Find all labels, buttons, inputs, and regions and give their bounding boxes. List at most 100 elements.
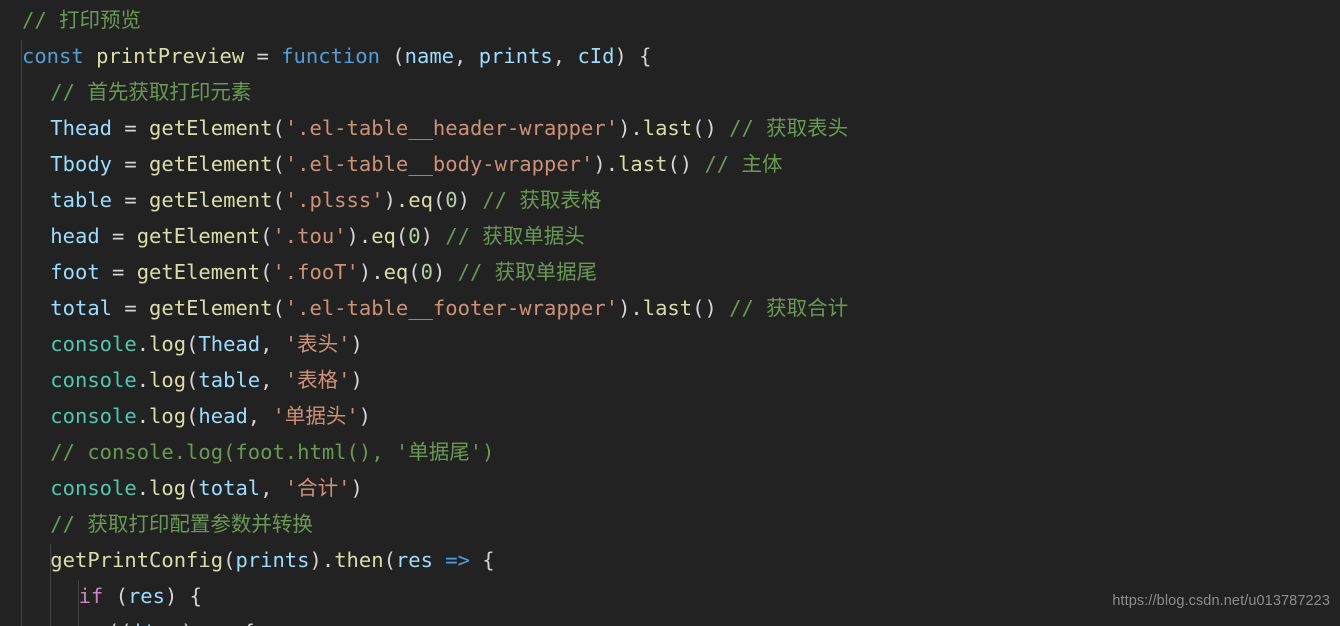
code-token-func: eq bbox=[383, 260, 409, 284]
code-token-func: log bbox=[149, 332, 187, 356]
code-token-punct: ( bbox=[432, 188, 446, 212]
code-token-punct: { bbox=[469, 548, 495, 572]
code-token-punct: () bbox=[667, 152, 693, 176]
code-editor-pane[interactable]: // 打印预览 const printPreview = function (na… bbox=[0, 0, 1340, 626]
code-token-punct: ) { bbox=[165, 584, 203, 608]
code-token-punct: . bbox=[136, 332, 150, 356]
code-token-comment: // 主体 bbox=[704, 152, 783, 176]
code-line[interactable]: console.log(total, '合计') bbox=[0, 470, 1340, 506]
code-token-punct: ) { bbox=[614, 44, 652, 68]
code-token-comment: // 首先获取打印元素 bbox=[50, 80, 252, 104]
code-line[interactable]: console.log(head, '单据头') bbox=[0, 398, 1340, 434]
code-token-builtin: console bbox=[50, 404, 137, 428]
code-token-func: log bbox=[149, 404, 187, 428]
code-token-punct: ). bbox=[309, 548, 335, 572]
code-line[interactable]: console.log(Thead, '表头') bbox=[0, 326, 1340, 362]
code-token-func: getElement bbox=[136, 224, 261, 248]
code-token-string: '单据头' bbox=[272, 404, 359, 428]
code-line[interactable]: getPrintConfig(prints).then(res => { bbox=[0, 542, 1340, 578]
code-line[interactable]: foot = getElement('.fooT').eq(0) // 获取单据… bbox=[0, 254, 1340, 290]
code-token-punct: ) bbox=[350, 476, 363, 500]
code-token-var: total bbox=[50, 296, 113, 320]
code-token-string: '.fooT' bbox=[272, 260, 359, 284]
code-token-func: eq bbox=[371, 224, 396, 248]
code-line[interactable]: // 打印预览 bbox=[0, 2, 1340, 38]
code-token-func: getElement bbox=[149, 188, 273, 212]
code-token-punct: (( bbox=[107, 620, 132, 626]
code-token-punct: ( bbox=[272, 116, 285, 140]
code-token-comment: // 获取打印配置参数并转换 bbox=[50, 512, 313, 536]
code-line[interactable]: console.log(table, '表格') bbox=[0, 362, 1340, 398]
code-token-op: = bbox=[124, 116, 137, 140]
code-token-var: total bbox=[198, 476, 261, 500]
code-token-punct: , bbox=[552, 44, 578, 68]
code-token-op: = bbox=[124, 152, 137, 176]
code-token-builtin: console bbox=[50, 368, 137, 392]
code-token-punct: ) bbox=[420, 224, 433, 248]
code-token-punct: ) bbox=[432, 260, 446, 284]
code-token-comment: // 获取单据尾 bbox=[457, 260, 598, 284]
code-token-punct: ( bbox=[223, 548, 236, 572]
code-token-punct: ) => { bbox=[181, 620, 255, 626]
code-token-punct: , bbox=[260, 332, 285, 356]
code-line[interactable]: // 获取打印配置参数并转换 bbox=[0, 506, 1340, 542]
code-line[interactable]: Thead = getElement('.el-table__header-wr… bbox=[0, 110, 1340, 146]
code-token-punct: ( bbox=[186, 404, 199, 428]
code-token-punct: , bbox=[247, 404, 273, 428]
code-token-punct: ( bbox=[186, 476, 199, 500]
code-token-punct: ) bbox=[358, 404, 372, 428]
code-token-punct: ( bbox=[260, 224, 273, 248]
code-token-builtin: console bbox=[50, 476, 137, 500]
code-content[interactable]: // 打印预览 const printPreview = function (na… bbox=[0, 2, 1340, 626]
code-token-op: = bbox=[112, 260, 125, 284]
code-token-punct: () bbox=[692, 296, 717, 320]
code-line[interactable]: const printPreview = function (name, pri… bbox=[0, 38, 1340, 74]
code-line[interactable]: table = getElement('.plsss').eq(0) // 获取… bbox=[0, 182, 1340, 218]
code-token-func: eq bbox=[408, 188, 433, 212]
code-token-punct: ( bbox=[272, 296, 285, 320]
code-token-number: 0 bbox=[445, 188, 458, 212]
code-token-var: Thead bbox=[198, 332, 261, 356]
code-token-string: '.el-table__header-wrapper' bbox=[284, 116, 619, 140]
code-token-var: item bbox=[132, 620, 181, 626]
code-token-comment: // 获取表格 bbox=[482, 188, 602, 212]
code-token-punct: . bbox=[136, 404, 150, 428]
code-token-func: log bbox=[149, 476, 187, 500]
code-token-punct: ( bbox=[186, 332, 199, 356]
code-token-punct: ) bbox=[457, 188, 470, 212]
code-token-punct: ( bbox=[392, 44, 405, 68]
code-line[interactable]: ((item) => { bbox=[0, 614, 1340, 626]
code-line[interactable]: Tbody = getElement('.el-table__body-wrap… bbox=[0, 146, 1340, 182]
code-token-var: res bbox=[395, 548, 433, 572]
code-token-func: last bbox=[642, 296, 693, 320]
code-token-punct: ) bbox=[350, 368, 363, 392]
code-token-string: '.el-table__body-wrapper' bbox=[284, 152, 594, 176]
code-line[interactable]: total = getElement('.el-table__footer-wr… bbox=[0, 290, 1340, 326]
code-token-punct: ). bbox=[618, 296, 643, 320]
code-token-punct: ( bbox=[272, 188, 285, 212]
code-token-func: getElement bbox=[149, 296, 273, 320]
code-line[interactable]: head = getElement('.tou').eq(0) // 获取单据头 bbox=[0, 218, 1340, 254]
code-token-punct: ( bbox=[260, 260, 273, 284]
code-token-control: if bbox=[78, 584, 104, 608]
code-token-punct: ( bbox=[408, 260, 421, 284]
code-line[interactable]: // console.log(foot.html(), '单据尾') bbox=[0, 434, 1340, 470]
code-token-punct: ( bbox=[186, 368, 199, 392]
code-token-comment: // console.log(foot.html(), '单据尾') bbox=[50, 440, 495, 464]
code-token-string: '合计' bbox=[284, 476, 351, 500]
code-line[interactable]: // 首先获取打印元素 bbox=[0, 74, 1340, 110]
code-token-punct: ) bbox=[350, 332, 363, 356]
code-token-keyword: function bbox=[281, 44, 380, 68]
code-token-punct: () bbox=[692, 116, 717, 140]
